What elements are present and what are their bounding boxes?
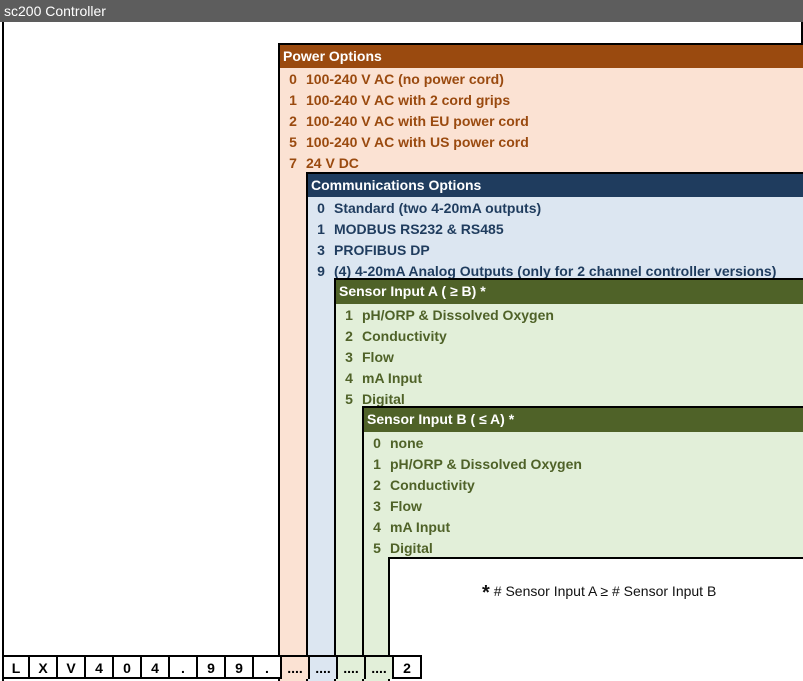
option-code: 3 <box>373 498 381 514</box>
option-code: 5 <box>289 134 297 150</box>
part-code-strip: L X V 4 0 4 . 9 9 . .... .... .... .... … <box>2 655 422 679</box>
sensor-b-option-4: 4 mA Input <box>364 517 803 538</box>
option-code: 0 <box>317 200 325 216</box>
option-label: none <box>390 435 424 451</box>
sensor-b-option-5: 5 Digital <box>364 538 803 559</box>
option-code: 7 <box>289 155 297 171</box>
part-code-cell: 9 <box>198 657 226 679</box>
option-code: 9 <box>317 263 325 279</box>
option-code: 2 <box>289 113 297 129</box>
option-label: Flow <box>362 349 394 365</box>
option-code: 3 <box>345 349 353 365</box>
option-code: 0 <box>373 435 381 451</box>
sensor-input-b-list: 0 none 1 pH/ORP & Dissolved Oxygen 2 Conduc… <box>364 432 803 559</box>
option-code: 1 <box>373 456 381 472</box>
option-code: 3 <box>317 242 325 258</box>
part-code-cell: 9 <box>226 657 254 679</box>
option-label: mA Input <box>390 519 451 535</box>
sensor-b-option-0: 0 none <box>364 433 803 454</box>
option-label: pH/ORP & Dissolved Oxygen <box>362 307 554 323</box>
communications-options-header: Communications Options <box>308 174 803 197</box>
power-option-5: 5 100-240 V AC with US power cord <box>280 132 803 153</box>
part-code-power-slot: .... <box>282 657 310 679</box>
option-label: Standard (two 4-20mA outputs) <box>334 200 542 216</box>
option-code: 0 <box>289 71 297 87</box>
comm-option-0: 0 Standard (two 4-20mA outputs) <box>308 198 803 219</box>
power-option-1: 1 100-240 V AC with 2 cord grips <box>280 90 803 111</box>
power-option-7: 7 24 V DC <box>280 153 803 174</box>
sensor-input-b-header: Sensor Input B ( ≤ A) * <box>364 408 803 432</box>
option-label: 24 V DC <box>306 155 359 171</box>
sensor-b-option-1: 1 pH/ORP & Dissolved Oxygen <box>364 454 803 475</box>
sensor-input-a-header: Sensor Input A ( ≥ B) * <box>336 280 803 304</box>
option-code: 5 <box>373 540 381 556</box>
option-label: pH/ORP & Dissolved Oxygen <box>390 456 582 472</box>
sensor-input-a-list: 1 pH/ORP & Dissolved Oxygen 2 Conductivity… <box>336 304 803 410</box>
option-code: 1 <box>317 221 325 237</box>
part-code-cell: X <box>30 657 58 679</box>
option-label: 100-240 V AC with EU power cord <box>306 113 529 129</box>
option-label: MODBUS RS232 & RS485 <box>334 221 504 237</box>
option-label: 100-240 V AC with US power cord <box>306 134 529 150</box>
option-code: 2 <box>345 328 353 344</box>
option-code: 1 <box>345 307 353 323</box>
option-label: 100-240 V AC (no power cord) <box>306 71 504 87</box>
sensor-a-option-2: 2 Conductivity <box>336 326 803 347</box>
comm-option-3: 3 PROFIBUS DP <box>308 240 803 261</box>
option-code: 2 <box>373 477 381 493</box>
part-code-cell: 4 <box>142 657 170 679</box>
sensor-b-option-3: 3 Flow <box>364 496 803 517</box>
part-code-cell: V <box>58 657 86 679</box>
part-code-cell: 2 <box>394 657 422 679</box>
option-code: 4 <box>373 519 381 535</box>
sensor-a-option-4: 4 mA Input <box>336 368 803 389</box>
footnote-text: # Sensor Input A ≥ # Sensor Input B <box>493 583 717 599</box>
window-title: sc200 Controller <box>0 0 803 22</box>
part-code-cell: . <box>170 657 198 679</box>
option-label: Conductivity <box>362 328 447 344</box>
part-code-sensor-b-slot: .... <box>366 657 394 679</box>
option-code: 5 <box>345 391 353 407</box>
sensor-b-option-2: 2 Conductivity <box>364 475 803 496</box>
footnote-box <box>388 557 803 681</box>
power-option-0: 0 100-240 V AC (no power cord) <box>280 69 803 90</box>
option-code: 1 <box>289 92 297 108</box>
part-code-cell: 4 <box>86 657 114 679</box>
power-options-header: Power Options <box>280 45 803 68</box>
option-label: mA Input <box>362 370 423 386</box>
part-code-sensor-a-slot: .... <box>338 657 366 679</box>
footnote: * # Sensor Input A ≥ # Sensor Input B <box>482 582 716 605</box>
option-label: PROFIBUS DP <box>334 242 430 258</box>
comm-option-1: 1 MODBUS RS232 & RS485 <box>308 219 803 240</box>
part-code-cell: 0 <box>114 657 142 679</box>
part-code-cell: L <box>2 657 30 679</box>
footnote-asterisk: * <box>482 582 490 604</box>
sensor-a-option-3: 3 Flow <box>336 347 803 368</box>
power-options-list: 0 100-240 V AC (no power cord) 1 100-240 V… <box>280 68 803 174</box>
option-label: Conductivity <box>390 477 475 493</box>
option-label: 100-240 V AC with 2 cord grips <box>306 92 511 108</box>
sensor-a-option-1: 1 pH/ORP & Dissolved Oxygen <box>336 305 803 326</box>
part-code-communications-slot: .... <box>310 657 338 679</box>
communications-options-list: 0 Standard (two 4-20mA outputs) 1 MODBUS R… <box>308 197 803 282</box>
option-label: Flow <box>390 498 422 514</box>
option-code: 4 <box>345 370 353 386</box>
power-option-2: 2 100-240 V AC with EU power cord <box>280 111 803 132</box>
part-code-cell: . <box>254 657 282 679</box>
option-label: Digital <box>390 540 433 556</box>
